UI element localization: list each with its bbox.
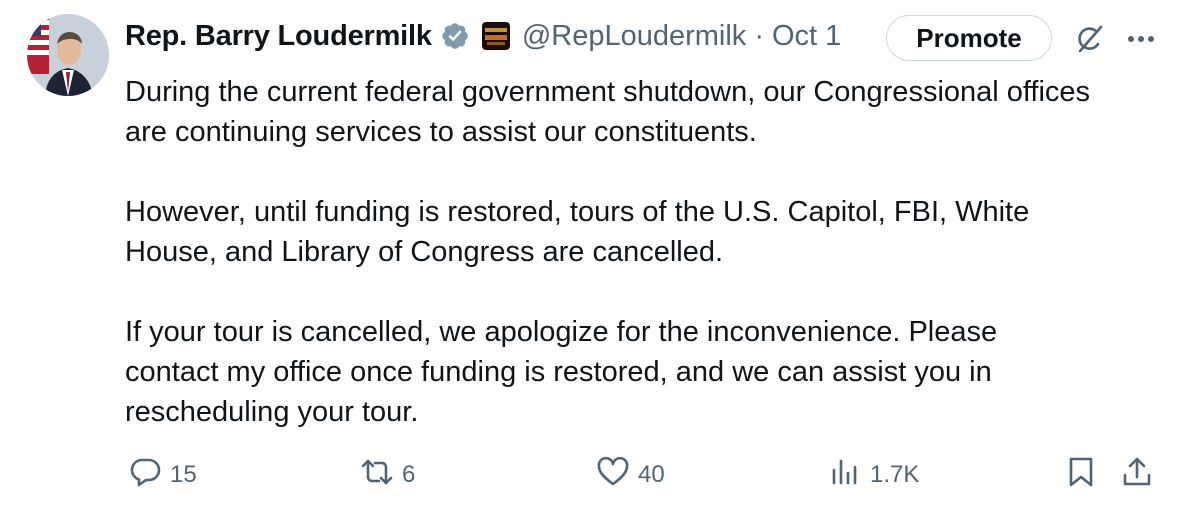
separator-dot: · [754,19,764,52]
tweet-line: House, and Library of Congress are cance… [125,236,724,268]
reply-count: 15 [170,461,197,488]
affiliation-badge-icon[interactable] [481,22,510,50]
reply-icon [128,455,162,496]
views-count: 1.7K [870,461,920,488]
tweet-line: are continuing services to assist our co… [125,116,757,148]
share-icon [1120,455,1154,496]
share-button[interactable] [1120,452,1154,498]
views-icon [828,455,862,496]
verified-badge-icon [440,21,470,51]
action-bar: 15 6 40 1.7K [0,452,1192,498]
promote-button[interactable]: Promote [886,15,1052,61]
tweet-text: During the current federal government sh… [125,72,1175,432]
grok-icon[interactable] [1072,22,1106,56]
reply-button[interactable]: 15 [128,452,197,498]
author-handle[interactable]: @RepLoudermilk [522,20,746,53]
repost-button[interactable]: 6 [360,452,415,498]
repost-icon [360,455,394,496]
more-icon[interactable] [1124,22,1158,56]
tweet-line: During the current federal government sh… [125,76,1091,108]
bookmark-icon [1064,455,1098,496]
tweet-date[interactable]: Oct 1 [772,20,841,53]
tweet-line: contact my office once funding is restor… [125,356,992,388]
views-button[interactable]: 1.7K [828,452,919,498]
tweet-line: rescheduling your tour. [125,396,419,428]
author-name[interactable]: Rep. Barry Loudermilk [125,20,432,53]
repost-count: 6 [402,461,416,488]
author-avatar[interactable] [27,14,109,96]
like-icon [596,455,630,496]
tweet-line: If your tour is cancelled, we apologize … [125,316,998,348]
like-count: 40 [638,461,665,488]
like-button[interactable]: 40 [596,452,665,498]
bookmark-button[interactable] [1064,452,1098,498]
tweet-line: However, until funding is restored, tour… [125,196,1030,228]
